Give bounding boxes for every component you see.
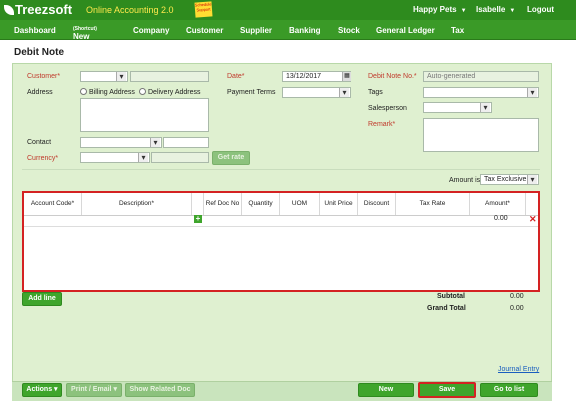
remark-textarea[interactable]: [423, 118, 539, 152]
col-amount: Amount*: [470, 193, 526, 215]
grand-total-label: Grand Total: [427, 305, 466, 312]
grand-total-value: 0.00: [510, 305, 524, 312]
page-title: Debit Note: [14, 47, 64, 58]
divider: [22, 169, 540, 170]
date-label: Date*: [227, 73, 245, 80]
radio-icon: [80, 88, 87, 95]
menu-company[interactable]: Company: [133, 26, 169, 35]
debit-note-no-field: Auto-generated: [423, 71, 539, 82]
radio-icon: [139, 88, 146, 95]
print-email-button[interactable]: Print / Email ▾: [66, 383, 122, 397]
add-line-button[interactable]: Add line: [22, 292, 62, 306]
delivery-address-radio[interactable]: Delivery Address: [139, 88, 201, 96]
chevron-down-icon: ▼: [460, 8, 467, 14]
actions-button[interactable]: Actions ▾: [22, 383, 62, 397]
add-row-icon[interactable]: +: [194, 215, 202, 223]
app-logo[interactable]: Treezsoft: [4, 2, 72, 17]
leaf-icon: [4, 5, 14, 15]
customer-select[interactable]: [80, 71, 128, 82]
contact-select[interactable]: [80, 137, 162, 148]
col-tax-rate: Tax Rate: [396, 193, 470, 215]
contact-label: Contact: [27, 139, 52, 146]
payment-terms-select[interactable]: [282, 87, 351, 98]
menu-tax[interactable]: Tax: [451, 26, 464, 35]
col-uom: UOM: [280, 193, 320, 215]
col-unit-price: Unit Price: [320, 193, 358, 215]
row-divider: [24, 226, 538, 227]
col-ref-doc-no: Ref Doc No: [204, 193, 242, 215]
get-rate-button[interactable]: Get rate: [212, 151, 250, 165]
contact-phone-field[interactable]: [163, 137, 209, 148]
customer-name-field: [130, 71, 209, 82]
top-bar: Treezsoft Online Accounting 2.0 Schedule…: [0, 0, 576, 20]
main-menu: Dashboard New (Shortcut) Company Custome…: [0, 20, 576, 41]
calendar-icon[interactable]: ▦: [342, 72, 351, 81]
billing-address-radio[interactable]: Billing Address: [80, 88, 135, 96]
header-divider: [24, 215, 538, 216]
col-description: Description*: [82, 193, 192, 215]
chevron-down-icon: ▼: [509, 8, 516, 14]
exchange-rate-field: [151, 152, 209, 163]
row-amount: 0.00: [494, 215, 508, 222]
address-textarea[interactable]: [80, 98, 209, 132]
amount-is-select[interactable]: Tax Exclusive: [480, 174, 539, 185]
currency-label: Currency*: [27, 155, 59, 162]
customer-label: Customer*: [27, 73, 61, 80]
col-account-code: Account Code*: [24, 193, 82, 215]
amount-is-label: Amount is:: [449, 177, 483, 184]
date-field[interactable]: 13/12/2017: [282, 71, 351, 82]
salesperson-label: Salesperson: [368, 105, 407, 112]
col-discount: Discount: [358, 193, 396, 215]
user-menu[interactable]: Isabelle ▼: [476, 5, 515, 14]
menu-stock[interactable]: Stock: [338, 26, 360, 35]
journal-entry-link[interactable]: Journal Entry: [498, 366, 539, 373]
show-related-doc-button[interactable]: Show Related Doc: [125, 383, 195, 397]
menu-customer[interactable]: Customer: [186, 26, 223, 35]
save-button[interactable]: Save: [418, 382, 476, 398]
logout-link[interactable]: Logout: [527, 5, 554, 14]
menu-banking[interactable]: Banking: [289, 26, 321, 35]
col-quantity: Quantity: [242, 193, 280, 215]
company-selector[interactable]: Happy Pets ▼: [413, 5, 467, 14]
schedule-support-note[interactable]: Schedule Support: [194, 1, 213, 18]
payment-terms-label: Payment Terms: [227, 89, 276, 96]
chevron-down-icon: ▾: [54, 386, 58, 393]
menu-supplier[interactable]: Supplier: [240, 26, 272, 35]
chevron-down-icon: ▾: [113, 386, 117, 393]
remark-label: Remark*: [368, 121, 396, 128]
menu-general-ledger[interactable]: General Ledger: [376, 26, 435, 35]
tags-label: Tags: [368, 89, 383, 96]
debit-note-no-label: Debit Note No.*: [368, 73, 417, 80]
subtotal-value: 0.00: [510, 293, 524, 300]
line-items-table: Account Code* Description* Ref Doc No Qu…: [22, 191, 540, 292]
col-spacer: [192, 193, 204, 215]
app-subtitle: Online Accounting 2.0: [86, 5, 174, 15]
subtotal-label: Subtotal: [437, 293, 465, 300]
currency-select[interactable]: [80, 152, 150, 163]
menu-new[interactable]: New (Shortcut): [73, 26, 97, 41]
salesperson-select[interactable]: [423, 102, 492, 113]
menu-dashboard[interactable]: Dashboard: [14, 26, 56, 35]
tags-select[interactable]: [423, 87, 539, 98]
delete-row-icon[interactable]: ✕: [529, 214, 537, 225]
new-button[interactable]: New: [358, 383, 414, 397]
address-label: Address: [27, 89, 53, 96]
go-to-list-button[interactable]: Go to list: [480, 383, 538, 397]
